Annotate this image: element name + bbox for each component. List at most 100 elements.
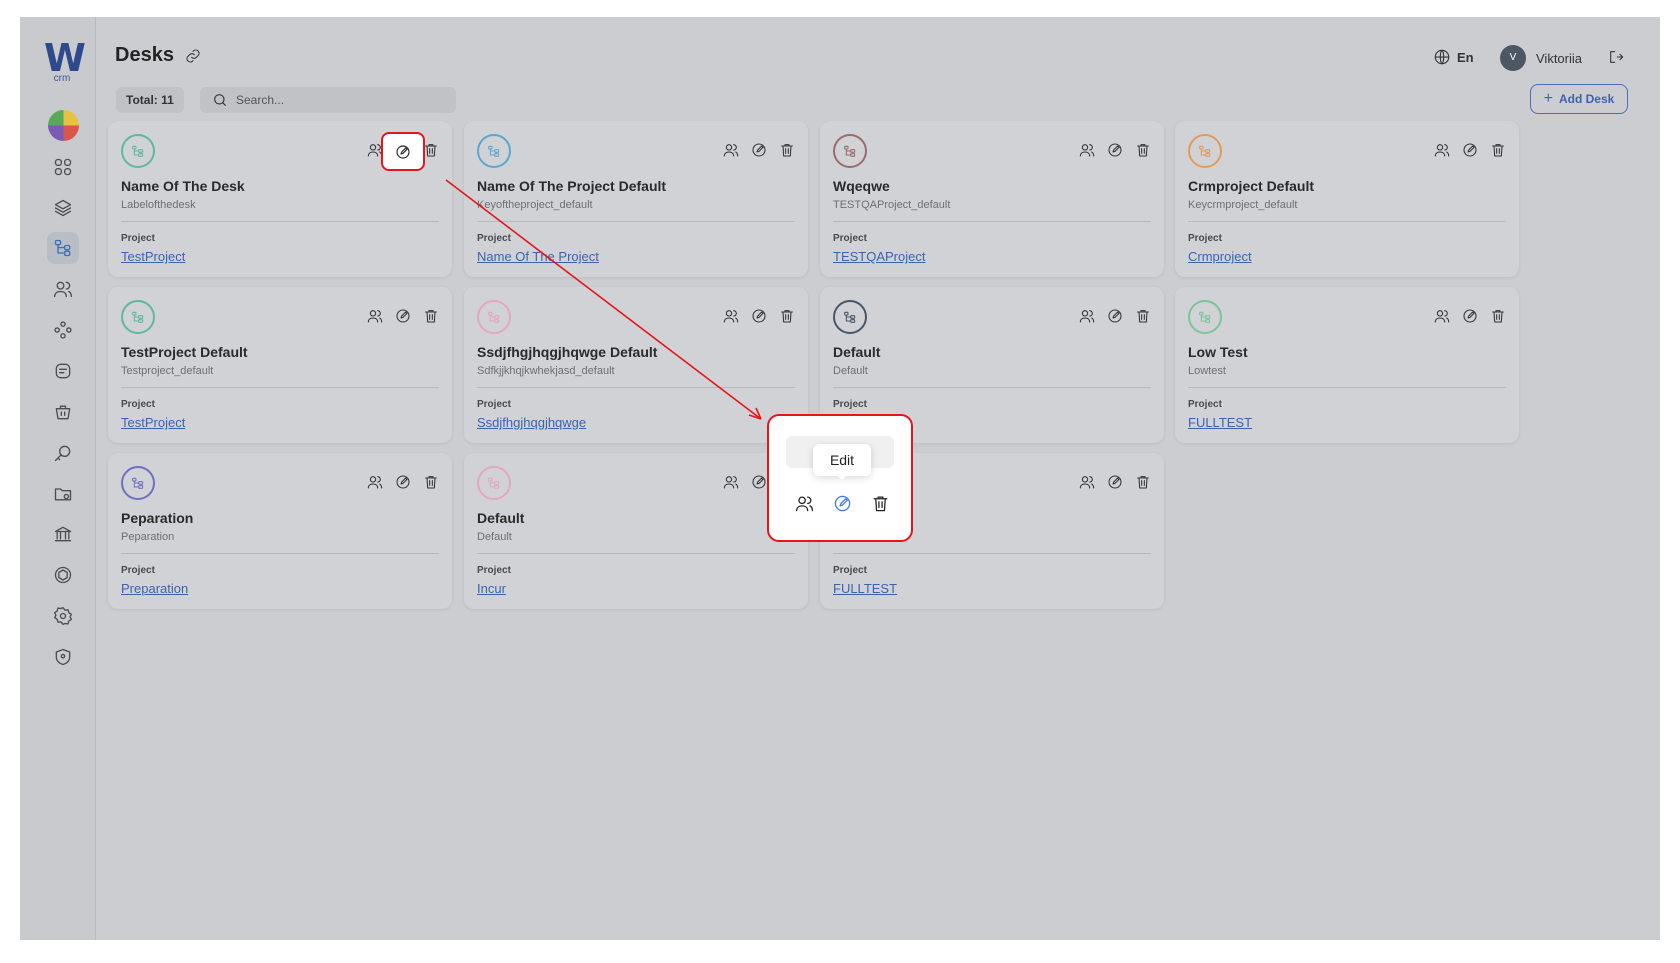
desk-card[interactable]: Default Default Project Incur xyxy=(464,453,808,609)
project-link[interactable]: FULLTEST xyxy=(1188,415,1252,430)
card-divider xyxy=(121,553,439,554)
manage-users-button[interactable] xyxy=(366,307,384,325)
project-link[interactable]: TestProject xyxy=(121,249,185,264)
sidebar-item-basket[interactable] xyxy=(47,396,79,428)
callout-edit-button[interactable] xyxy=(832,493,852,513)
project-link[interactable]: Incur xyxy=(477,581,506,596)
globe-icon xyxy=(1434,49,1450,65)
manage-users-button[interactable] xyxy=(1433,307,1451,325)
manage-users-button[interactable] xyxy=(366,473,384,491)
edit-button[interactable] xyxy=(1106,307,1124,325)
delete-button[interactable] xyxy=(422,307,440,325)
delete-button[interactable] xyxy=(778,141,796,159)
search-input[interactable] xyxy=(236,93,436,107)
card-divider xyxy=(833,553,1151,554)
page-title: Desks xyxy=(115,44,174,66)
desk-card[interactable]: Peparation Peparation Project Preparation xyxy=(108,453,452,609)
desk-name: Wqeqwe xyxy=(833,178,890,194)
manage-users-button[interactable] xyxy=(722,141,740,159)
project-link[interactable]: Ssdjfhgjhqgjhqwge xyxy=(477,415,586,430)
tooltip-arrow xyxy=(836,474,848,480)
sidebar-divider xyxy=(95,17,96,940)
sidebar-item-tasks[interactable] xyxy=(47,355,79,387)
manage-users-button[interactable] xyxy=(1078,141,1096,159)
sidebar-item-bank[interactable] xyxy=(47,518,79,550)
desk-name: Low Test xyxy=(1188,344,1248,360)
search-box[interactable] xyxy=(200,87,456,113)
project-label: Project xyxy=(477,565,511,576)
project-link[interactable]: Crmproject xyxy=(1188,249,1252,264)
trash-icon xyxy=(1489,141,1507,159)
edit-button[interactable] xyxy=(750,141,768,159)
logo[interactable]: W crm xyxy=(44,36,86,84)
delete-button[interactable] xyxy=(1489,141,1507,159)
user-menu[interactable]: V Viktoriia xyxy=(1500,45,1582,71)
desk-label: Default xyxy=(477,531,512,543)
delete-button[interactable] xyxy=(1134,307,1152,325)
edit-button[interactable] xyxy=(394,473,412,491)
copy-link-button[interactable] xyxy=(185,48,201,69)
project-switcher-icon[interactable] xyxy=(48,110,79,141)
manage-users-button[interactable] xyxy=(1433,141,1451,159)
project-label: Project xyxy=(1188,233,1222,244)
language-switcher[interactable]: En xyxy=(1433,48,1474,66)
sidebar-item-layers[interactable] xyxy=(47,192,79,224)
sidebar-item-teams[interactable] xyxy=(47,314,79,346)
sidebar-item-folder[interactable] xyxy=(47,478,79,510)
desk-card[interactable]: Ssdjfhgjhqgjhqwge Default Sdfkjjkhqjkwhek… xyxy=(464,287,808,443)
card-actions xyxy=(1433,307,1507,325)
sidebar-item-users[interactable] xyxy=(47,273,79,305)
edit-button[interactable] xyxy=(1461,307,1479,325)
delete-button[interactable] xyxy=(1134,473,1152,491)
desk-icon xyxy=(477,300,511,334)
desk-card[interactable]: Crmproject Default Keycrmproject_default P… xyxy=(1175,121,1519,277)
delete-button[interactable] xyxy=(1134,141,1152,159)
delete-button[interactable] xyxy=(422,473,440,491)
delete-button[interactable] xyxy=(1489,307,1507,325)
zoom-callout: Edit xyxy=(767,414,913,542)
sidebar-item-cube[interactable] xyxy=(47,559,79,591)
desk-card[interactable]: TestProject Default Testproject_default Pr… xyxy=(108,287,452,443)
edit-button[interactable] xyxy=(394,307,412,325)
desk-label: Lowtest xyxy=(1188,365,1226,377)
trash-icon xyxy=(873,496,887,511)
sidebar-item-settings[interactable] xyxy=(47,600,79,632)
desk-card[interactable]: Name Of The Project Default Keyoftheproje… xyxy=(464,121,808,277)
logout-button[interactable] xyxy=(1608,49,1624,70)
project-link[interactable]: Preparation xyxy=(121,581,188,596)
desk-name: TestProject Default xyxy=(121,344,248,360)
manage-users-button[interactable] xyxy=(722,307,740,325)
card-divider xyxy=(477,553,795,554)
edit-button-highlight[interactable] xyxy=(381,132,425,171)
card-actions xyxy=(1078,307,1152,325)
manage-users-button[interactable] xyxy=(1078,307,1096,325)
logo-mark: W xyxy=(44,36,86,80)
callout-users-button[interactable] xyxy=(794,493,814,513)
desk-card[interactable]: Wqeqwe TESTQAProject_default Project TESTQA… xyxy=(820,121,1164,277)
project-link[interactable]: TESTQAProject xyxy=(833,249,925,264)
edit-button[interactable] xyxy=(1106,473,1124,491)
sidebar-item-keys[interactable] xyxy=(47,437,79,469)
sidebar-item-dashboard[interactable] xyxy=(47,151,79,183)
edit-button[interactable] xyxy=(750,473,768,491)
trash-icon xyxy=(1134,307,1152,325)
manage-users-button[interactable] xyxy=(1078,473,1096,491)
desk-name: Crmproject Default xyxy=(1188,178,1315,194)
callout-delete-button[interactable] xyxy=(870,493,890,513)
manage-users-button[interactable] xyxy=(722,473,740,491)
users-icon xyxy=(1078,307,1096,325)
sidebar-item-desks[interactable] xyxy=(47,232,79,264)
project-link[interactable]: TestProject xyxy=(121,415,185,430)
delete-button[interactable] xyxy=(778,307,796,325)
edit-button[interactable] xyxy=(750,307,768,325)
project-link[interactable]: FULLTEST xyxy=(833,581,897,596)
edit-button[interactable] xyxy=(1106,141,1124,159)
edit-icon xyxy=(1106,473,1124,491)
total-badge: Total: 11 xyxy=(116,87,184,113)
add-desk-button[interactable]: + Add Desk xyxy=(1530,84,1628,114)
edit-button[interactable] xyxy=(1461,141,1479,159)
project-link[interactable]: Name Of The Project xyxy=(477,249,599,264)
folder-icon xyxy=(54,488,72,501)
desk-card[interactable]: Low Test Lowtest Project FULLTEST xyxy=(1175,287,1519,443)
sidebar-item-security[interactable] xyxy=(47,641,79,673)
